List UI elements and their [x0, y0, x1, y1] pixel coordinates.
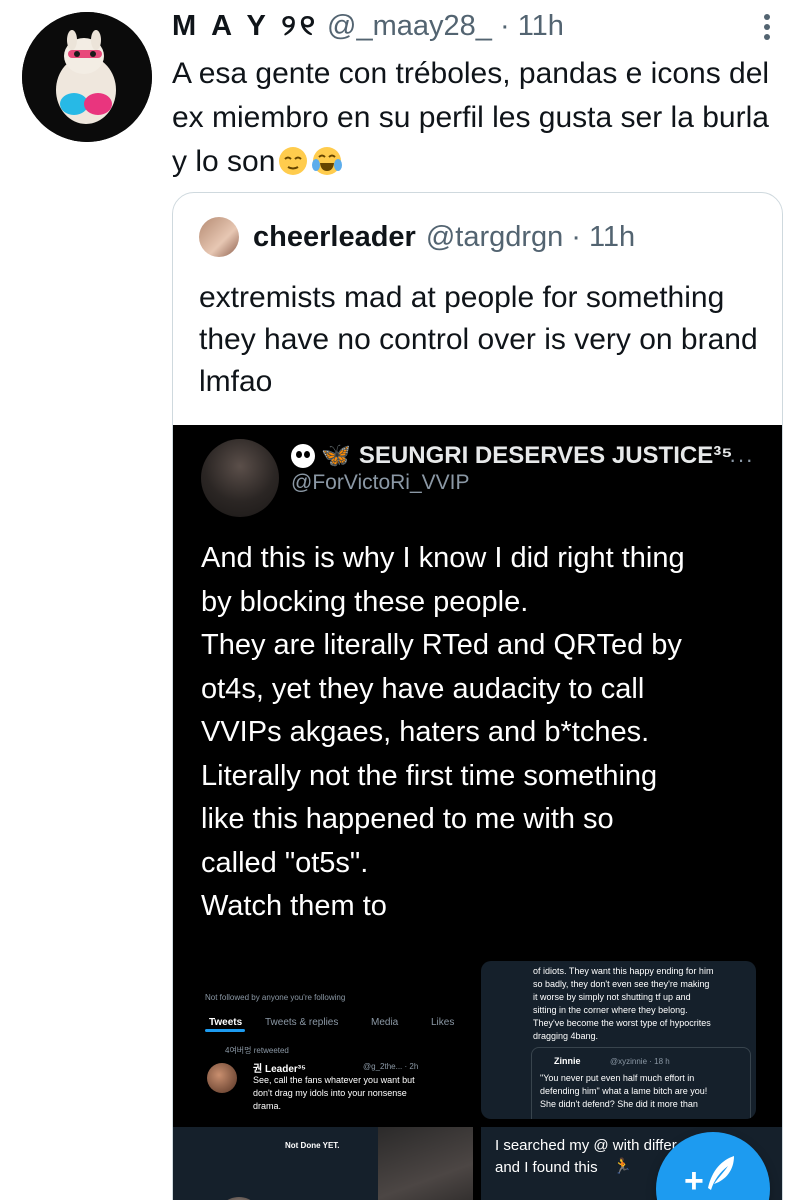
- running-person-icon: 🏃: [613, 1158, 632, 1175]
- active-tab-indicator: [205, 1029, 245, 1032]
- tweet-header: M A Y ୨୧ @_maay28_ · 11h: [172, 8, 732, 44]
- quoted-tweet-text: extremists mad at people for something t…: [199, 281, 758, 398]
- more-options-icon[interactable]: [761, 10, 773, 46]
- screenshot-text-line: ot4s, yet they have audacity to call: [201, 672, 645, 705]
- separator-dot: ·: [499, 10, 510, 42]
- tweet-time[interactable]: 11h: [518, 10, 564, 42]
- nested-author-name: 권 Leader³⁵: [253, 1064, 306, 1075]
- nested-quote-author: Zinnie: [554, 1056, 581, 1066]
- feather-icon: [708, 1156, 734, 1190]
- display-name[interactable]: M A Y ୨୧: [172, 10, 319, 42]
- user-avatar[interactable]: [22, 12, 152, 142]
- quoted-display-name: cheerleader: [253, 220, 416, 253]
- nested-text-line: sitting in the corner where they belong.: [533, 1005, 688, 1015]
- screenshot-text-line: Watch them to: [201, 890, 387, 922]
- user-handle[interactable]: @_maay28_: [327, 10, 492, 42]
- quoted-tweet-time: 11h: [588, 220, 636, 253]
- nested-text-line: it worse by simply not shutting tf up an…: [533, 992, 691, 1002]
- not-followed-note: Not followed by anyone you're following: [205, 993, 346, 1002]
- panda-icon: [291, 443, 315, 468]
- nested-text-line: dragging 4bang.: [533, 1031, 599, 1041]
- retweeted-label: 4여버멍 retweeted: [225, 1046, 289, 1055]
- tab-media: Media: [371, 1017, 399, 1028]
- tweet-text-content: A esa gente con tréboles, pandas e icons…: [172, 57, 770, 178]
- tab-tweets: Tweets: [209, 1017, 243, 1028]
- screenshot-avatar: [201, 439, 279, 517]
- tweet-text: A esa gente con tréboles, pandas e icons…: [172, 52, 772, 184]
- screenshot-display-name: 🦋 SEUNGRI DESERVES JUSTICE³⁵: [291, 441, 732, 470]
- nested-text-line: drama.: [253, 1101, 282, 1111]
- screenshot-text-line: called "ot5s".: [201, 846, 369, 879]
- nested-text-line: They've become the worst type of hypocri…: [533, 1018, 711, 1028]
- screenshot-text-line: VVIPs akgaes, haters and b*tches.: [201, 716, 650, 748]
- relieved-face-icon: [279, 147, 308, 175]
- nested-reply-screenshot: of idiots. They want this happy ending f…: [481, 961, 756, 1119]
- screenshot-text: And this is why I know I did right thing…: [201, 537, 771, 929]
- nested-text-line: don't drag my idols into your nonsense: [253, 1088, 407, 1098]
- nested-text-line: and I found this: [495, 1159, 598, 1176]
- nested-quote-box: Zinnie @xyzinnie · 18 h "You never put e…: [531, 1047, 751, 1119]
- nested-author-meta: @g_2the... · 2h: [363, 1062, 419, 1071]
- nested-text-line: She didn't defend? She did it more than: [540, 1099, 698, 1109]
- quoted-user-handle: @targdrgn: [425, 220, 564, 253]
- nested-text-line: I searched my @ with differ: [495, 1137, 677, 1154]
- screenshot-text-line: like this happened to me with so: [201, 803, 614, 835]
- nested-text-line: of idiots. They want this happy ending f…: [533, 966, 714, 976]
- screenshot-handle: @ForVictoRi_VVIP: [291, 471, 470, 494]
- nested-banner-photo: [378, 1127, 473, 1200]
- quoted-tweet-header: cheerleader @targdrgn · 11h: [199, 217, 635, 257]
- nested-text-line: defending him" what a lame bitch are you…: [540, 1086, 708, 1096]
- nested-banner-label: Not Done YET.: [285, 1141, 340, 1150]
- quoted-tweet-card[interactable]: cheerleader @targdrgn · 11h extremists m…: [172, 192, 783, 1200]
- nested-author-avatar: [207, 1063, 237, 1093]
- tears-of-joy-icon: [312, 147, 343, 175]
- screenshot-text-line: Literally not the first time something: [201, 759, 658, 792]
- attached-screenshot-image[interactable]: 🦋 SEUNGRI DESERVES JUSTICE³⁵ @ForVictoRi…: [173, 425, 782, 1200]
- nested-profile-header-screenshot: Not Done YET.: [173, 1127, 473, 1200]
- tab-likes: Likes: [431, 1017, 455, 1028]
- nested-profile-screenshot: Not followed by anyone you're following …: [173, 967, 473, 1120]
- screenshot-text-line: They are literally RTed and QRTed by: [201, 629, 682, 661]
- butterfly-icon: 🦋: [321, 442, 351, 469]
- nested-text-line: so badly, they don't even see they're ma…: [533, 979, 710, 989]
- screenshot-more-icon: ···: [729, 447, 754, 472]
- separator-dot: ·: [571, 220, 581, 253]
- screenshot-name-text: SEUNGRI DESERVES JUSTICE³⁵: [358, 441, 733, 469]
- screenshot-text-line: And this is why I know I did right thing: [201, 542, 685, 574]
- nested-text-line: See, call the fans whatever you want but: [253, 1075, 415, 1085]
- screenshot-text-line: by blocking these people.: [201, 585, 529, 618]
- tab-tweets-replies: Tweets & replies: [265, 1017, 339, 1028]
- plus-icon: +: [684, 1162, 704, 1200]
- nested-text-line: "You never put even half much effort in: [540, 1073, 695, 1083]
- nested-quote-meta: @xyzinnie · 18 h: [610, 1057, 670, 1066]
- quoted-user-avatar: [199, 217, 239, 257]
